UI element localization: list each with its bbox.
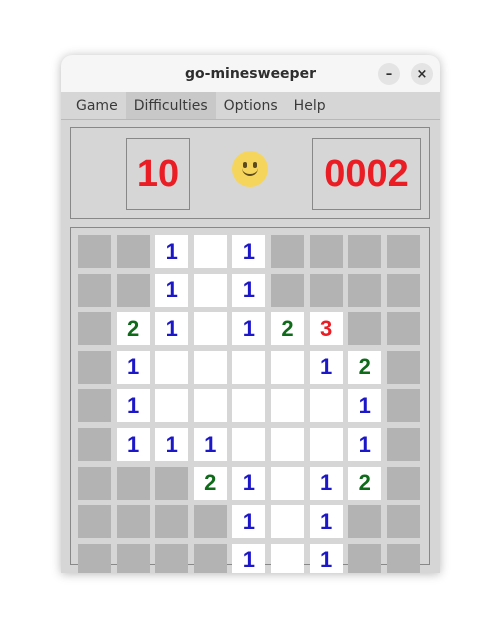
board-cell-r1-c1[interactable] [116,273,150,307]
board-cell-r7-c0[interactable] [78,505,111,539]
board-cell-r2-c5[interactable]: 2 [271,312,304,346]
board-cell-r4-c6[interactable] [309,389,343,423]
board-cell-r8-c5[interactable] [271,543,304,573]
board-cell-r5-c8[interactable] [386,428,420,461]
board-cell-r6-c6[interactable]: 1 [309,466,343,500]
board-cell-r3-c2[interactable] [155,350,189,384]
board-cell-r4-c0[interactable] [78,389,111,423]
board-cell-r2-c1[interactable]: 2 [116,312,150,346]
board-cell-r5-c4[interactable] [232,428,266,461]
mines-counter: 10 [126,138,190,210]
board-cell-r7-c3[interactable] [193,505,227,539]
board-cell-r0-c8[interactable] [386,235,420,268]
board-cell-r3-c4[interactable] [232,350,266,384]
board-cell-r8-c6[interactable]: 1 [309,543,343,573]
board-cell-r5-c5[interactable] [271,428,304,461]
board-cell-r6-c2[interactable] [155,466,189,500]
board-cell-r4-c1[interactable]: 1 [116,389,150,423]
board-cell-r6-c4[interactable]: 1 [232,466,266,500]
board-cell-r0-c2[interactable]: 1 [155,235,189,268]
menu-game[interactable]: Game [68,92,126,119]
board-cell-r1-c2[interactable]: 1 [155,273,189,307]
window-title: go-minesweeper [185,65,316,82]
menu-difficulties[interactable]: Difficulties [125,92,216,119]
board-cell-r8-c0[interactable] [78,543,111,573]
board-cell-r5-c6[interactable] [309,428,343,461]
board-cell-r6-c8[interactable] [386,466,420,500]
board-cell-r1-c0[interactable] [78,273,111,307]
board-cell-r3-c7[interactable]: 2 [348,350,382,384]
board-cell-r6-c5[interactable] [271,466,304,500]
close-button[interactable]: × [411,63,433,85]
board-cell-r2-c0[interactable] [78,312,111,346]
menu-options[interactable]: Options [216,92,286,119]
minefield: 11112112311211111121121111 [70,227,430,573]
board-cell-r0-c7[interactable] [348,235,382,268]
board-cell-r5-c0[interactable] [78,428,111,461]
board-cell-r8-c3[interactable] [193,543,227,573]
board-cell-r7-c7[interactable] [348,505,382,539]
board-cell-r7-c2[interactable] [155,505,189,539]
board-cell-r8-c8[interactable] [386,543,420,573]
board-cell-r0-c5[interactable] [271,235,304,268]
board-cell-r7-c1[interactable] [116,505,150,539]
timer-counter: 0002 [312,138,421,210]
board-cell-r3-c0[interactable] [78,350,111,384]
smiley-face-icon[interactable] [232,151,268,187]
board-cell-r0-c6[interactable] [309,235,343,268]
board-cell-r0-c0[interactable] [78,235,111,268]
board-cell-r0-c3[interactable] [193,235,227,268]
board-cell-r6-c7[interactable]: 2 [348,466,382,500]
menu-help[interactable]: Help [286,92,334,119]
board-cell-r8-c7[interactable] [348,543,382,573]
board-cell-r7-c4[interactable]: 1 [232,505,266,539]
board-cell-r0-c4[interactable]: 1 [232,235,266,268]
board-cell-r6-c1[interactable] [116,466,150,500]
board-cell-r2-c2[interactable]: 1 [155,312,189,346]
board-cell-r3-c1[interactable]: 1 [116,350,150,384]
board-cell-r8-c1[interactable] [116,543,150,573]
board-cell-r3-c5[interactable] [271,350,304,384]
board-cell-r5-c2[interactable]: 1 [155,428,189,461]
board-cell-r7-c8[interactable] [386,505,420,539]
app-window: go-minesweeper – × Game Difficulties Opt… [61,55,440,573]
status-panel: 10 0002 [70,127,430,219]
board-cell-r8-c4[interactable]: 1 [232,543,266,573]
face-mouth [242,164,258,176]
board-cell-r0-c1[interactable] [116,235,150,268]
board-cell-r3-c6[interactable]: 1 [309,350,343,384]
board-cell-r8-c2[interactable] [155,543,189,573]
board-cell-r3-c8[interactable] [386,350,420,384]
board-cell-r4-c4[interactable] [232,389,266,423]
board-cell-r4-c2[interactable] [155,389,189,423]
title-bar[interactable]: go-minesweeper – × [61,55,440,92]
board-cell-r4-c5[interactable] [271,389,304,423]
board-cell-r1-c6[interactable] [309,273,343,307]
board-cell-r2-c8[interactable] [386,312,420,346]
board-cell-r3-c3[interactable] [193,350,227,384]
board-cell-r6-c3[interactable]: 2 [193,466,227,500]
board-cell-r1-c7[interactable] [348,273,382,307]
board-cell-r1-c5[interactable] [271,273,304,307]
board-cell-r7-c5[interactable] [271,505,304,539]
board-cell-r1-c8[interactable] [386,273,420,307]
menu-bar: Game Difficulties Options Help [61,92,440,120]
board-cell-r5-c1[interactable]: 1 [116,428,150,461]
board-cell-r4-c3[interactable] [193,389,227,423]
board-cell-r5-c7[interactable]: 1 [348,428,382,461]
board-cell-r7-c6[interactable]: 1 [309,505,343,539]
board-cell-r2-c6[interactable]: 3 [309,312,343,346]
board-cell-r4-c8[interactable] [386,389,420,423]
board-cell-r2-c7[interactable] [348,312,382,346]
minimize-button[interactable]: – [378,63,400,85]
board-cell-r5-c3[interactable]: 1 [193,428,227,461]
board-cell-r2-c3[interactable] [193,312,227,346]
board-cell-r1-c4[interactable]: 1 [232,273,266,307]
board-cell-r2-c4[interactable]: 1 [232,312,266,346]
board-cell-r1-c3[interactable] [193,273,227,307]
board-cell-r6-c0[interactable] [78,466,111,500]
board-cell-r4-c7[interactable]: 1 [348,389,382,423]
